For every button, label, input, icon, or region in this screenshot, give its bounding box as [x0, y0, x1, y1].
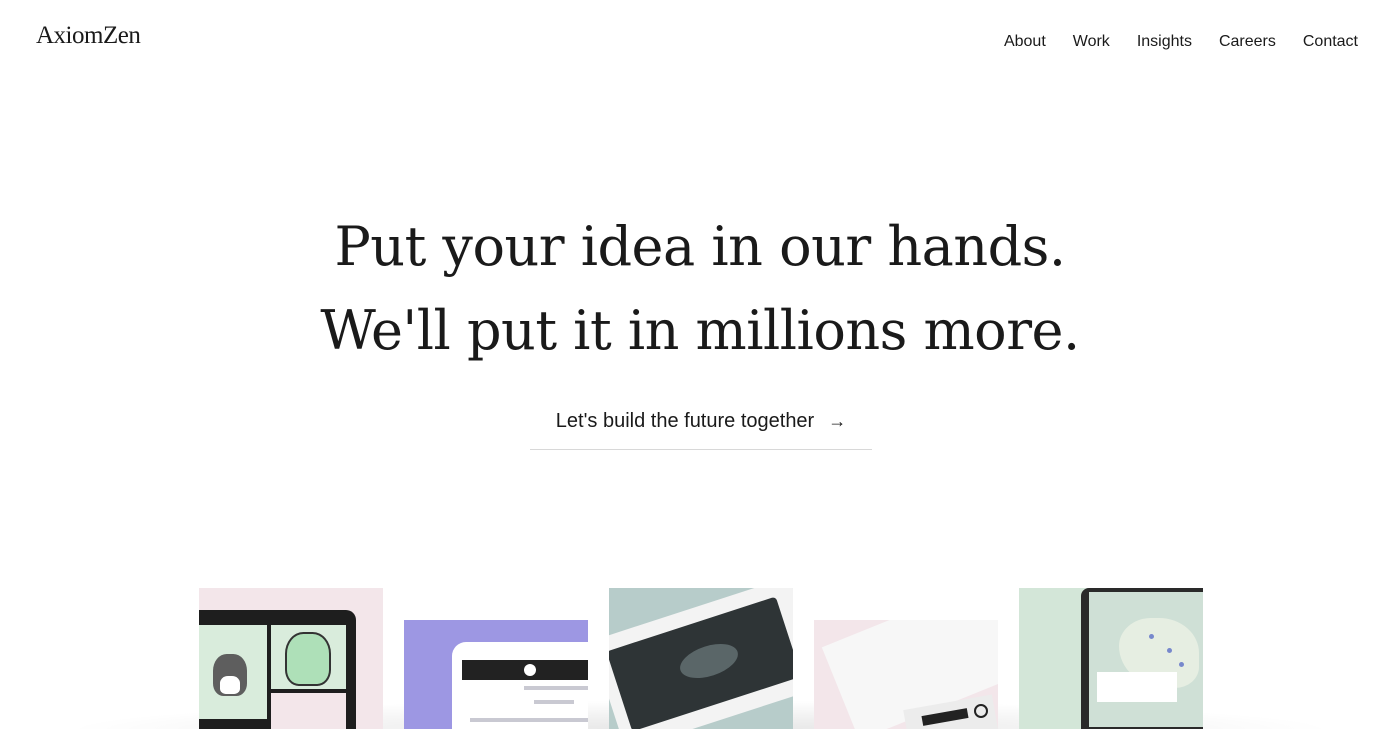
label-logo-icon	[974, 704, 988, 718]
github-icon	[524, 664, 536, 676]
nav-link-contact[interactable]: Contact	[1303, 32, 1358, 52]
screen-panel	[271, 693, 346, 729]
nav-link-careers[interactable]: Careers	[1219, 32, 1276, 52]
build-future-cta-link[interactable]: Let's build the future together →	[530, 404, 872, 450]
green-cat-illustration	[285, 632, 331, 686]
map-pin-icon	[1167, 648, 1172, 653]
app-row	[534, 700, 574, 704]
arrow-right-icon: →	[828, 411, 847, 431]
project-thumbnail-packaging[interactable]	[814, 620, 998, 729]
project-thumbnail-map[interactable]	[1019, 588, 1203, 729]
map-pin-icon	[1179, 662, 1184, 667]
hero-headline-line-2: We'll put it in millions more.	[320, 299, 1080, 362]
app-row	[524, 686, 588, 690]
project-thumbnail-zenhub[interactable]	[404, 620, 588, 729]
cta-label: Let's build the future together	[555, 410, 815, 432]
project-thumbnail-mobile-app[interactable]	[609, 588, 793, 729]
hero-section: Put your idea in our hands. We'll put it…	[0, 205, 1400, 373]
project-thumbnail-cryptokitties[interactable]	[199, 588, 383, 729]
axiomzen-logo[interactable]: AxiomZen	[36, 22, 141, 50]
hero-headline: Put your idea in our hands. We'll put it…	[0, 205, 1400, 373]
nav-link-work[interactable]: Work	[1073, 32, 1110, 52]
map-info-card	[1097, 672, 1177, 702]
app-row	[470, 718, 588, 722]
nav-link-insights[interactable]: Insights	[1137, 32, 1192, 52]
nav-link-about[interactable]: About	[1004, 32, 1046, 52]
cat-belly	[220, 676, 240, 694]
main-nav: About Work Insights Careers Contact	[1004, 32, 1358, 52]
map-pin-icon	[1149, 634, 1154, 639]
hero-headline-line-1: Put your idea in our hands.	[334, 215, 1066, 278]
